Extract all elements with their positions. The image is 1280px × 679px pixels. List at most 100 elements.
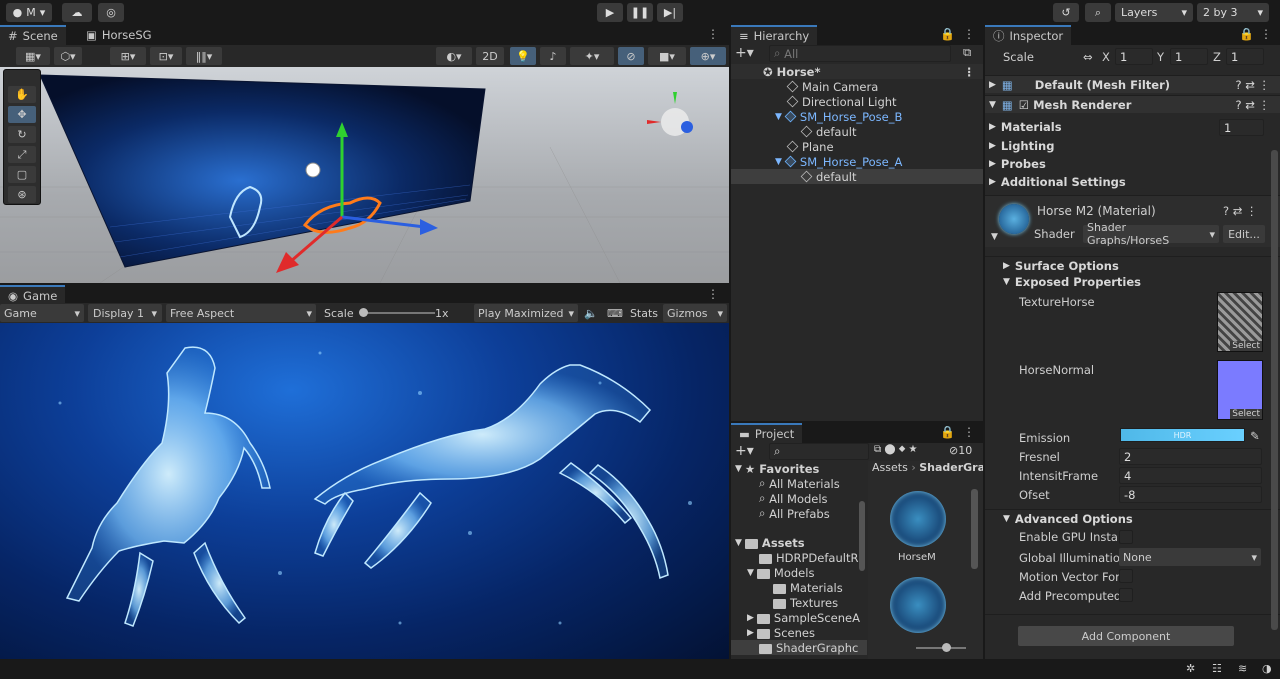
lock-icon[interactable]: 🔒 (940, 27, 955, 41)
effects-dropdown[interactable]: ✦▾ (570, 47, 614, 65)
advanced-options-foldout[interactable]: ▼ Advanced Options (985, 509, 1280, 527)
expand-arrow-icon[interactable]: ▼ (991, 232, 998, 242)
audio-toggle[interactable]: ♪ (540, 47, 566, 65)
cache-icon[interactable]: ☷ (1212, 662, 1222, 675)
search-by-type-icon[interactable]: ⧉ ⬤ ⬥ ★ (874, 444, 918, 455)
horse-normal-slot[interactable]: Select (1217, 360, 1263, 420)
content-scrollbar[interactable] (971, 479, 978, 639)
folder-item[interactable]: ▼ Models (731, 565, 867, 580)
favorite-item[interactable]: ⌕ All Prefabs (731, 506, 867, 521)
keyboard-shortcuts-button[interactable]: ⌨ (604, 304, 626, 322)
surface-options-foldout[interactable]: ▶ Surface Options (985, 256, 1280, 274)
visibility-toggle[interactable]: ⊘ (618, 47, 644, 65)
rotate-tool[interactable]: ↻ (8, 126, 36, 143)
play-mode-dropdown[interactable]: Play Maximized ▾ (474, 304, 578, 322)
exposed-properties-foldout[interactable]: ▼ Exposed Properties (985, 273, 1280, 291)
add-component-button[interactable]: Add Component (1018, 626, 1234, 646)
tab-project[interactable]: ▬ Project (731, 423, 803, 443)
lock-icon[interactable]: 🔒 (1239, 27, 1254, 41)
tab-scene[interactable]: # Scene (0, 25, 66, 45)
additional-settings-foldout[interactable]: ▶ Additional Settings (985, 173, 1280, 191)
intensity-field[interactable]: 4 (1119, 467, 1262, 484)
lighting-foldout[interactable]: ▶ Lighting (985, 137, 1280, 155)
hierarchy-item[interactable]: Main Camera (731, 79, 983, 94)
offset-field[interactable]: -8 (1119, 486, 1262, 503)
probes-foldout[interactable]: ▶ Probes (985, 155, 1280, 173)
materials-count-field[interactable]: 1 (1219, 119, 1264, 136)
material-thumbnail[interactable] (890, 491, 946, 547)
zoom-slider[interactable] (916, 647, 966, 649)
breadcrumb-current[interactable]: ShaderGra (919, 461, 983, 474)
material-actions-icon[interactable]: ? ⇄ ⋮ (1223, 204, 1258, 218)
game-view-dropdown[interactable]: Game ▾ (0, 304, 84, 322)
lighting-status-icon[interactable]: ◑ (1262, 662, 1272, 675)
transform-tool[interactable]: ⊛ (8, 186, 36, 203)
rect-tool[interactable]: ▢ (8, 166, 36, 183)
folder-item[interactable]: HDRPDefaultR (731, 550, 867, 565)
texture-horse-slot[interactable]: Select (1217, 292, 1263, 352)
eyedropper-icon[interactable]: ✎ (1250, 429, 1260, 443)
hierarchy-search-input[interactable]: ⌕ All (769, 45, 951, 62)
hierarchy-item[interactable]: ▼ SM_Horse_Pose_B (731, 109, 983, 124)
add-precomputed-checkbox[interactable] (1119, 588, 1133, 602)
scale-slider-thumb[interactable] (359, 308, 368, 317)
enabled-checkbox[interactable]: ☑ (1019, 98, 1029, 112)
add-object-button[interactable]: +▾ (735, 45, 754, 61)
cloud-button[interactable]: ☁ (62, 3, 92, 22)
ruler-dropdown[interactable]: ‖‖▾ (186, 47, 222, 65)
hand-tool[interactable]: ✋ (8, 86, 36, 103)
scene-menu-icon[interactable]: ⋮ (964, 65, 976, 79)
aspect-dropdown[interactable]: Free Aspect ▾ (166, 304, 316, 322)
hierarchy-item[interactable]: Plane (731, 139, 983, 154)
scale-slider[interactable]: Scale 1x (320, 304, 470, 322)
pause-button[interactable]: ❚❚ (627, 3, 653, 22)
mesh-filter-header[interactable]: ▶ ▦ Default (Mesh Filter) ? ⇄ ⋮ (985, 75, 1280, 93)
folder-item[interactable]: Materials (731, 580, 867, 595)
link-icon[interactable]: ⇔ (1083, 50, 1093, 64)
fresnel-field[interactable]: 2 (1119, 448, 1262, 465)
scale-tool[interactable]: ⤢ (8, 146, 36, 163)
create-asset-button[interactable]: +▾ (735, 443, 754, 459)
hierarchy-item[interactable]: default (731, 124, 983, 139)
emission-color-field[interactable]: HDR (1120, 428, 1245, 442)
tab-horsesg[interactable]: ▣ HorseSG (78, 25, 160, 45)
tab-game[interactable]: ◉ Game (0, 285, 66, 305)
mesh-renderer-header[interactable]: ▼ ▦ ☑ Mesh Renderer ? ⇄ ⋮ (985, 95, 1280, 113)
mode-2d-button[interactable]: 2D (476, 47, 504, 65)
select-texture-button[interactable]: Select (1230, 409, 1262, 419)
folder-item[interactable]: ▶ SampleSceneA (731, 610, 867, 625)
collab-button[interactable]: ◎ (98, 3, 124, 22)
folder-item[interactable]: ▶ Scenes (731, 625, 867, 640)
gizmos-button[interactable]: Gizmos ▾ (663, 304, 727, 322)
play-button[interactable]: ▶ (597, 3, 623, 22)
game-viewport[interactable] (0, 323, 729, 659)
hierarchy-item-selected[interactable]: default (731, 169, 983, 184)
folder-item-selected[interactable]: ShaderGraphc (731, 640, 867, 655)
zoom-slider-thumb[interactable] (942, 643, 951, 652)
game-menu-icon[interactable]: ⋮ (707, 287, 719, 301)
display-dropdown[interactable]: Display 1 ▾ (88, 304, 162, 322)
scale-z-field[interactable]: 1 (1226, 48, 1264, 65)
layers-dropdown[interactable]: Layers ▾ (1115, 3, 1193, 22)
component-actions-icon[interactable]: ? ⇄ ⋮ (1235, 98, 1270, 112)
scale-y-field[interactable]: 1 (1170, 48, 1208, 65)
search-options-icon[interactable]: ⧉ (963, 45, 971, 60)
layout-dropdown[interactable]: 2 by 3 ▾ (1197, 3, 1269, 22)
shader-dropdown[interactable]: Shader Graphs/HorseS ▾ (1083, 221, 1219, 247)
select-texture-button[interactable]: Select (1230, 341, 1262, 351)
gpu-instancing-checkbox[interactable] (1119, 530, 1133, 544)
progress-icon[interactable]: ≋ (1238, 662, 1247, 675)
folder-item[interactable]: Textures (731, 595, 867, 610)
hierarchy-item[interactable]: Directional Light (731, 94, 983, 109)
favorite-item[interactable]: ⌕ All Materials (731, 476, 867, 491)
project-search-input[interactable]: ⌕ (769, 443, 869, 460)
inspector-scrollbar[interactable] (1271, 150, 1278, 650)
favorite-item[interactable]: ⌕ All Models (731, 491, 867, 506)
stats-button[interactable]: Stats (626, 304, 662, 322)
assets-header[interactable]: ▼ Assets (731, 535, 867, 550)
breadcrumb-assets[interactable]: Assets (872, 461, 908, 474)
shading-dropdown[interactable]: ◐▾ (436, 47, 472, 65)
hierarchy-menu-icon[interactable]: ⋮ (963, 27, 975, 41)
tree-scrollbar[interactable] (858, 461, 866, 651)
tab-hierarchy[interactable]: ≡ Hierarchy (731, 25, 818, 45)
